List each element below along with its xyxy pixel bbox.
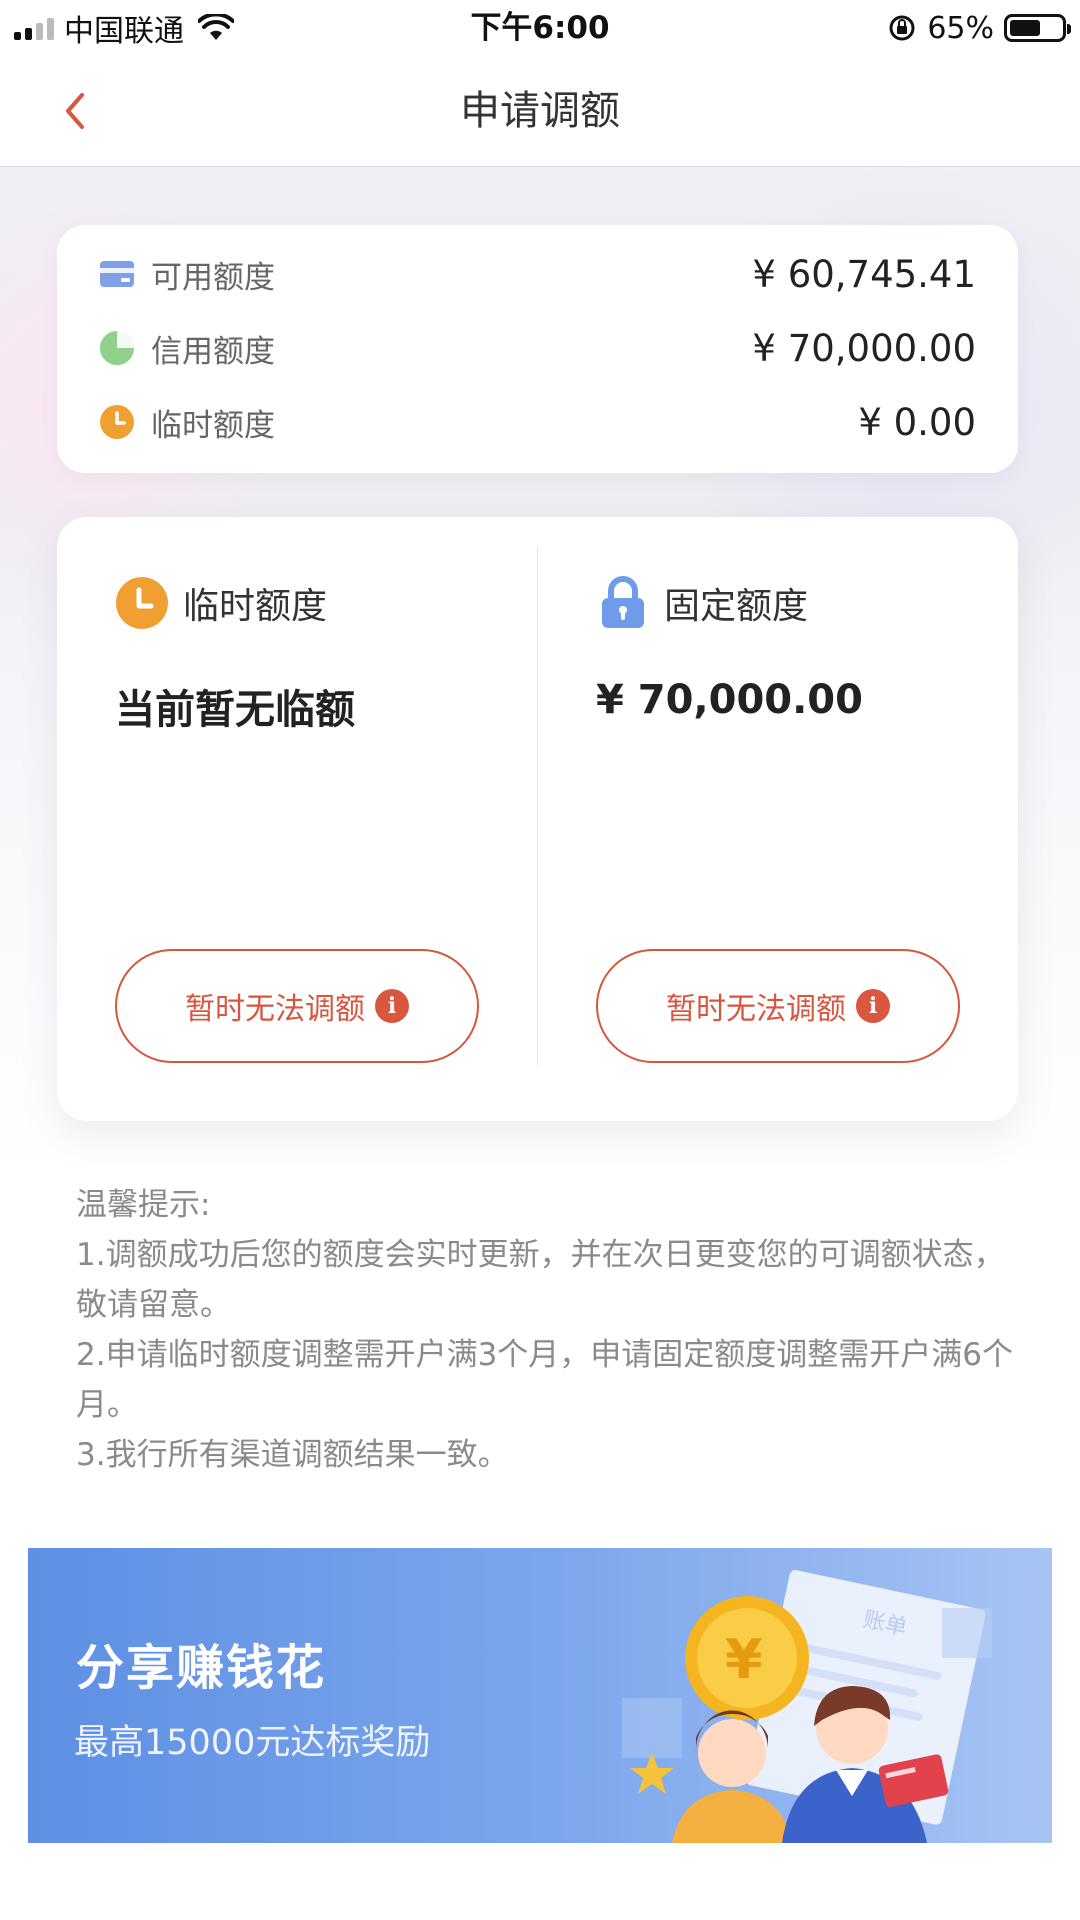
temporary-adjust-button[interactable]: 暂时无法调额 i <box>115 949 479 1063</box>
info-icon[interactable]: i <box>856 989 890 1023</box>
credit-summary-card: 可用额度 ¥ 60,745.41 信用额度 ¥ 70,000.00 临时额度 ¥… <box>57 225 1018 473</box>
status-bar: 中国联通 下午6:00 65% <box>0 0 1080 56</box>
tips-heading: 温馨提示: <box>76 1187 211 1223</box>
banner-subtitle: 最高15000元达标奖励 <box>74 1723 431 1763</box>
summary-label: 临时额度 <box>151 407 275 444</box>
fixed-limit-header: 固定额度 <box>596 573 808 633</box>
temporary-adjust-button-label: 暂时无法调额 <box>185 992 365 1027</box>
lock-icon <box>596 576 650 630</box>
temporary-limit-header: 临时额度 <box>115 573 327 633</box>
fixed-adjust-button-label: 暂时无法调额 <box>666 992 846 1027</box>
pie-icon <box>99 330 135 366</box>
summary-label: 可用额度 <box>151 259 275 296</box>
battery-percent: 65% <box>927 10 994 46</box>
temporary-limit-title: 临时额度 <box>183 586 328 627</box>
fixed-adjust-button[interactable]: 暂时无法调额 i <box>596 949 960 1063</box>
tip-item: 1.调额成功后您的额度会实时更新，并在次日更变您的可调额状态，敬请留意。 <box>76 1237 1005 1323</box>
battery-icon <box>1004 14 1071 42</box>
clock-icon <box>115 576 169 630</box>
svg-text:¥: ¥ <box>725 1628 763 1691</box>
share-promo-banner[interactable]: 分享赚钱花 最高15000元达标奖励 账单 ¥ <box>28 1548 1052 1843</box>
nav-bar: 申请调额 <box>0 56 1080 167</box>
fixed-limit-amount: ¥ 70,000.00 <box>596 677 863 723</box>
fixed-limit-section: 固定额度 ¥ 70,000.00 暂时无法调额 i <box>538 517 1018 1121</box>
temporary-limit-section: 临时额度 当前暂无临额 暂时无法调额 i <box>57 517 537 1121</box>
clock-icon <box>99 404 135 440</box>
card-icon <box>99 256 135 292</box>
banner-illustration: 账单 ¥ <box>622 1570 992 1843</box>
summary-value: ¥ 70,000.00 <box>752 326 976 370</box>
page-title: 申请调额 <box>460 88 620 134</box>
tips-section: 温馨提示: 1.调额成功后您的额度会实时更新，并在次日更变您的可调额状态，敬请留… <box>76 1180 1016 1480</box>
temporary-limit-amount: 当前暂无临额 <box>115 687 355 733</box>
adjust-limit-card: 临时额度 当前暂无临额 暂时无法调额 i 固定额度 ¥ 70,000.00 暂时… <box>57 517 1018 1121</box>
status-right: 65% <box>887 8 1071 48</box>
summary-row-available: 可用额度 ¥ 60,745.41 <box>99 244 976 304</box>
rotation-lock-icon <box>889 15 915 41</box>
info-icon[interactable]: i <box>375 989 409 1023</box>
summary-row-credit: 信用额度 ¥ 70,000.00 <box>99 318 976 378</box>
summary-label: 信用额度 <box>151 333 275 370</box>
summary-value: ¥ 0.00 <box>858 400 976 444</box>
tip-item: 3.我行所有渠道调额结果一致。 <box>76 1437 509 1473</box>
summary-value: ¥ 60,745.41 <box>752 252 976 296</box>
summary-row-temporary: 临时额度 ¥ 0.00 <box>99 392 976 452</box>
tip-item: 2.申请临时额度调整需开户满3个月，申请固定额度调整需开户满6个月。 <box>76 1337 1014 1423</box>
banner-title: 分享赚钱花 <box>76 1640 327 1696</box>
fixed-limit-title: 固定额度 <box>664 586 809 627</box>
